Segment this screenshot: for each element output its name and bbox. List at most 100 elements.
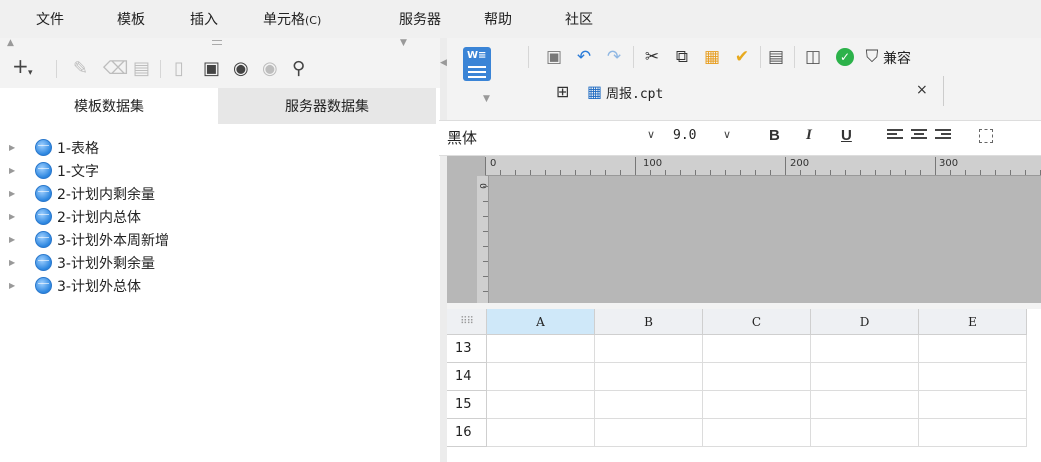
dataset-item[interactable]: ▶ 3-计划外本周新增: [0, 228, 436, 251]
cell[interactable]: [595, 419, 703, 447]
font-value: 黑体: [447, 129, 478, 147]
dataset-item[interactable]: ▶ 2-计划内剩余量: [0, 182, 436, 205]
cell[interactable]: [811, 419, 919, 447]
cell[interactable]: [811, 391, 919, 419]
compat-label[interactable]: 兼容: [883, 48, 911, 68]
cell[interactable]: [919, 391, 1027, 419]
dataset-item[interactable]: ▶ 1-文字: [0, 159, 436, 182]
copy-icon[interactable]: ▤: [133, 60, 150, 78]
menu-help[interactable]: 帮助: [484, 9, 512, 29]
cell[interactable]: [919, 335, 1027, 363]
dataset-item[interactable]: ▶ 1-表格: [0, 136, 436, 159]
dataset-edit-icon[interactable]: ▣: [203, 60, 220, 78]
column-header[interactable]: A: [487, 309, 595, 335]
sheet-row: 14: [447, 363, 1041, 391]
cell[interactable]: [487, 419, 595, 447]
cell[interactable]: [919, 363, 1027, 391]
expand-arrow-icon[interactable]: ▶: [9, 212, 15, 221]
menu-community[interactable]: 社区: [565, 9, 593, 29]
database-icon: [35, 185, 52, 202]
copy-icon[interactable]: ⧉: [671, 46, 693, 68]
menu-insert[interactable]: 插入: [190, 9, 218, 29]
menu-file[interactable]: 文件: [36, 9, 64, 29]
check-icon[interactable]: ✓: [836, 48, 854, 66]
ruler-tick: [483, 291, 488, 292]
compat-icon[interactable]: ⛉: [861, 46, 883, 68]
save-icon[interactable]: ▣: [543, 46, 565, 68]
expand-arrow-icon[interactable]: ▶: [9, 189, 15, 198]
row-header[interactable]: 15: [447, 391, 487, 419]
menu-template[interactable]: 模板: [117, 9, 145, 29]
cell[interactable]: [811, 335, 919, 363]
align-left-icon[interactable]: [887, 129, 903, 143]
cell[interactable]: [595, 391, 703, 419]
bold-button[interactable]: B: [769, 127, 780, 144]
plus-dropdown-icon[interactable]: ▾: [28, 64, 33, 82]
expand-arrow-icon[interactable]: ▶: [9, 258, 15, 267]
row-header[interactable]: 13: [447, 335, 487, 363]
paste-icon[interactable]: ▦: [701, 46, 723, 68]
plus-icon[interactable]: +: [12, 56, 29, 76]
column-header[interactable]: E: [919, 309, 1027, 335]
panel-splitter[interactable]: [440, 38, 447, 462]
dataset-disabled-icon[interactable]: ◉: [262, 60, 278, 78]
expand-arrow-icon[interactable]: ▶: [9, 143, 15, 152]
row-header[interactable]: 14: [447, 363, 487, 391]
select-all-corner[interactable]: ⠿⠿: [447, 309, 487, 335]
menu-server[interactable]: 服务器: [399, 9, 441, 29]
cell[interactable]: [703, 419, 811, 447]
expand-arrow-icon[interactable]: ▶: [9, 166, 15, 175]
undo-icon[interactable]: ↶: [573, 46, 595, 68]
column-header[interactable]: D: [811, 309, 919, 335]
align-right-icon[interactable]: [935, 129, 951, 143]
border-icon[interactable]: [979, 129, 993, 143]
cell[interactable]: [487, 391, 595, 419]
font-select[interactable]: 黑体 ∨: [445, 125, 685, 149]
toolbar-scroll-up-icon[interactable]: ▲: [7, 38, 14, 48]
close-icon[interactable]: ×: [916, 82, 928, 98]
trash-icon[interactable]: ⌫: [103, 60, 128, 78]
report-canvas[interactable]: 0 100 200 300 0: [447, 156, 1041, 303]
tab-server-datasets[interactable]: 服务器数据集: [218, 88, 436, 124]
new-template-dropdown-icon[interactable]: ▼: [483, 94, 490, 104]
cell[interactable]: [595, 335, 703, 363]
cell[interactable]: [595, 363, 703, 391]
cell[interactable]: [703, 335, 811, 363]
designer-window: 文件 模板 插入 单元格(C) 服务器 帮助 社区 ▲ ▼ + ▾ ✎ ⌫ ▤ …: [0, 0, 1041, 462]
toolbar-overflow-icon[interactable]: ▼: [400, 38, 407, 48]
italic-button[interactable]: I: [806, 127, 812, 144]
redo-icon[interactable]: ↷: [603, 46, 625, 68]
pencil-icon[interactable]: ✎: [73, 60, 88, 78]
cell[interactable]: [703, 391, 811, 419]
dataset-item[interactable]: ▶ 3-计划外总体: [0, 274, 436, 297]
cell[interactable]: [703, 363, 811, 391]
file-tab[interactable]: ▦ 周报.cpt ×: [540, 76, 940, 106]
cell[interactable]: [919, 419, 1027, 447]
format-brush-icon[interactable]: ✔: [731, 46, 753, 68]
new-template-icon[interactable]: W≡: [463, 47, 491, 81]
preview-icon[interactable]: ▯: [174, 60, 184, 78]
preview-icon[interactable]: ◫: [802, 46, 824, 68]
cell[interactable]: [487, 335, 595, 363]
search-icon[interactable]: ⚲: [292, 60, 305, 78]
align-center-icon[interactable]: [911, 129, 927, 143]
row-header[interactable]: 16: [447, 419, 487, 447]
expand-arrow-icon[interactable]: ▶: [9, 281, 15, 290]
collapse-left-icon[interactable]: ◀: [440, 58, 447, 68]
underline-button[interactable]: U: [841, 127, 852, 144]
cell[interactable]: [811, 363, 919, 391]
font-size-select[interactable]: 9.0 ∨: [669, 125, 749, 149]
template-params-icon[interactable]: ▤: [765, 46, 787, 68]
cut-icon[interactable]: ✂: [641, 46, 663, 68]
toolbar-grip-icon[interactable]: [212, 40, 222, 45]
menu-cell[interactable]: 单元格(C): [263, 9, 321, 29]
tab-template-datasets[interactable]: 模板数据集: [0, 88, 218, 124]
dataset-icon[interactable]: ◉: [233, 60, 249, 78]
column-header[interactable]: B: [595, 309, 703, 335]
ruler-tick: [483, 216, 488, 217]
column-header[interactable]: C: [703, 309, 811, 335]
dataset-item[interactable]: ▶ 3-计划外剩余量: [0, 251, 436, 274]
dataset-item[interactable]: ▶ 2-计划内总体: [0, 205, 436, 228]
cell[interactable]: [487, 363, 595, 391]
expand-arrow-icon[interactable]: ▶: [9, 235, 15, 244]
